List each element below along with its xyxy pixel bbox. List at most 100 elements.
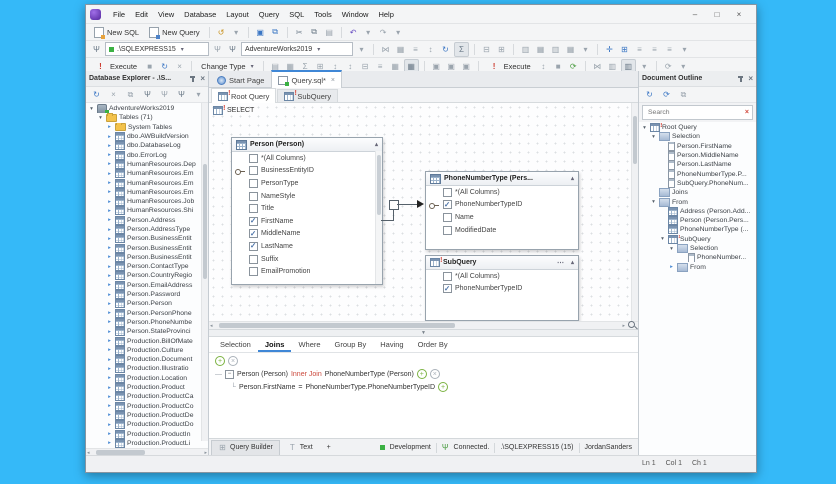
- condition-left[interactable]: Person.FirstName: [239, 384, 295, 391]
- close-panel-icon[interactable]: ×: [200, 74, 205, 83]
- tree-item[interactable]: Production.ProductCo: [86, 401, 208, 411]
- tab-text[interactable]: T Text: [282, 441, 319, 455]
- expand-arrow-icon[interactable]: [106, 422, 113, 428]
- column-checkbox[interactable]: [443, 284, 452, 294]
- column-row[interactable]: PersonType: [232, 177, 376, 190]
- expand-arrow-icon[interactable]: [106, 440, 113, 446]
- server-label[interactable]: .\SQLEXPRESS15 (15): [500, 444, 573, 451]
- zoom-fit-icon[interactable]: ✛: [603, 43, 616, 56]
- diagram-mode-icon[interactable]: Σ: [454, 41, 469, 57]
- outline-item[interactable]: Person.FirstName: [639, 141, 756, 151]
- more-dropdown-icon[interactable]: ▾: [678, 43, 691, 56]
- expand-arrow-icon[interactable]: [650, 199, 657, 205]
- table-phonenumbertype[interactable]: PhoneNumberType (Pers... ▴ *(All Columns…: [425, 171, 579, 250]
- subquery-box[interactable]: SubQuery ⋯ ▴ *(All Columns) PhoneNumberT…: [425, 255, 579, 321]
- table-scrollbar[interactable]: [375, 151, 382, 284]
- outline-item[interactable]: Joins: [639, 188, 756, 198]
- delete-join-icon[interactable]: ×: [429, 369, 440, 379]
- grid-view-icon[interactable]: ▦: [394, 43, 407, 56]
- expand-arrow-icon[interactable]: [88, 106, 95, 112]
- tree-item[interactable]: Person.Address: [86, 215, 208, 225]
- expand-arrow-icon[interactable]: [106, 310, 113, 316]
- tree-item[interactable]: Person.BusinessEntit: [86, 252, 208, 262]
- table-person-header[interactable]: Person (Person) ▴: [232, 138, 382, 152]
- script-icon[interactable]: ⧉: [124, 88, 137, 101]
- expand-arrow-icon[interactable]: [106, 180, 113, 186]
- refresh-icon[interactable]: ↻: [643, 88, 656, 101]
- add-join-icon[interactable]: +: [215, 356, 225, 366]
- tree-item[interactable]: AdventureWorks2019: [86, 104, 208, 114]
- table-person[interactable]: Person (Person) ▴ *(All Columns) Busines…: [231, 137, 383, 285]
- criteria-tab[interactable]: Group By: [328, 337, 374, 352]
- expand-arrow-icon[interactable]: [106, 357, 113, 363]
- expand-arrow-icon[interactable]: [106, 338, 113, 344]
- join-condition[interactable]: └ Person.FirstName = PhoneNumberType.Pho…: [215, 382, 632, 392]
- tree-item[interactable]: Person.EmailAddress: [86, 280, 208, 290]
- clear-search-icon[interactable]: ×: [745, 109, 749, 116]
- expand-arrow-icon[interactable]: [106, 282, 113, 288]
- expand-arrow-icon[interactable]: [106, 394, 113, 400]
- tree-item[interactable]: HumanResources.Shi: [86, 206, 208, 216]
- sort-icon[interactable]: ↕: [424, 43, 437, 56]
- expand-arrow-icon[interactable]: [106, 189, 113, 195]
- menu-item[interactable]: Database: [179, 9, 221, 20]
- tree-item[interactable]: Person.CountryRegio: [86, 271, 208, 281]
- db-dropdown-icon[interactable]: ▾: [355, 43, 368, 56]
- explorer-vertical-scrollbar[interactable]: [201, 103, 208, 441]
- column-row[interactable]: *(All Columns): [232, 152, 376, 165]
- save-icon[interactable]: ▣: [254, 26, 267, 39]
- column-row[interactable]: FirstName: [232, 215, 376, 228]
- outline-item[interactable]: Root Query: [639, 123, 756, 133]
- query-design-surface[interactable]: SELECT Person (Person) ▴ *(All Columns): [209, 103, 638, 321]
- minimize-button[interactable]: –: [684, 8, 706, 21]
- tree-item[interactable]: Person.Person: [86, 299, 208, 309]
- criteria-tab[interactable]: Where: [291, 337, 327, 352]
- outline-item[interactable]: SubQuery: [639, 235, 756, 244]
- tree-item[interactable]: Production.ProductCa: [86, 392, 208, 402]
- column-checkbox[interactable]: [249, 204, 258, 214]
- expand-arrow-icon[interactable]: [106, 347, 113, 353]
- tree-item[interactable]: System Tables: [86, 122, 208, 132]
- explorer-more-icon[interactable]: ▾: [192, 88, 205, 101]
- tree-item[interactable]: HumanResources.Em: [86, 178, 208, 188]
- join-icon[interactable]: ⋈: [379, 43, 392, 56]
- expand-arrow-icon[interactable]: [106, 329, 113, 335]
- criteria-tab[interactable]: Having: [373, 337, 410, 352]
- tree-item[interactable]: Person.BusinessEntit: [86, 234, 208, 244]
- subquery-header[interactable]: SubQuery ⋯ ▴: [426, 256, 578, 270]
- join-connector-node[interactable]: [389, 200, 399, 210]
- criteria-tab[interactable]: Order By: [411, 337, 455, 352]
- expand-arrow-icon[interactable]: [106, 385, 113, 391]
- align-center-icon[interactable]: ≡: [648, 43, 661, 56]
- recent-files-icon[interactable]: ↺: [215, 26, 228, 39]
- connection-icon[interactable]: Ψ: [90, 43, 103, 56]
- add-condition-icon[interactable]: +: [438, 382, 449, 392]
- disconnect-icon[interactable]: Ψ: [211, 43, 224, 56]
- add-view-button[interactable]: +: [321, 441, 337, 455]
- collapse-icon[interactable]: ▴: [571, 175, 574, 182]
- column-row[interactable]: NameStyle: [232, 190, 376, 203]
- join-expression[interactable]: — − Person (Person) Inner Join PhoneNumb…: [215, 369, 632, 379]
- menu-item[interactable]: File: [108, 9, 130, 20]
- outline-item[interactable]: Person (Person.Pers...: [639, 216, 756, 226]
- column-checkbox[interactable]: [249, 153, 258, 163]
- expand-arrow-icon[interactable]: [106, 236, 113, 242]
- delete-icon[interactable]: ×: [107, 88, 120, 101]
- outline-item[interactable]: Address (Person.Add...: [639, 206, 756, 216]
- recent-dropdown-icon[interactable]: ▾: [230, 26, 243, 39]
- outline-item[interactable]: From: [639, 262, 756, 272]
- column-row[interactable]: PhoneNumberTypeID: [426, 199, 578, 212]
- column-checkbox[interactable]: [443, 225, 452, 235]
- undo-icon[interactable]: ↶: [347, 26, 360, 39]
- table-phonenumbertype-header[interactable]: PhoneNumberType (Pers... ▴: [426, 172, 578, 186]
- redo-icon[interactable]: ↷: [377, 26, 390, 39]
- expand-arrow-icon[interactable]: [668, 246, 675, 252]
- surface-vertical-scrollbar[interactable]: [631, 103, 638, 321]
- new-sql-button[interactable]: New SQL: [90, 26, 143, 39]
- column-row[interactable]: *(All Columns): [426, 186, 578, 199]
- zoom-icon[interactable]: [628, 321, 637, 330]
- column-checkbox[interactable]: [249, 178, 258, 188]
- column-checkbox[interactable]: [443, 187, 452, 197]
- user-label[interactable]: JordanSanders: [585, 444, 632, 451]
- outline-item[interactable]: PhoneNumberType (...: [639, 225, 756, 235]
